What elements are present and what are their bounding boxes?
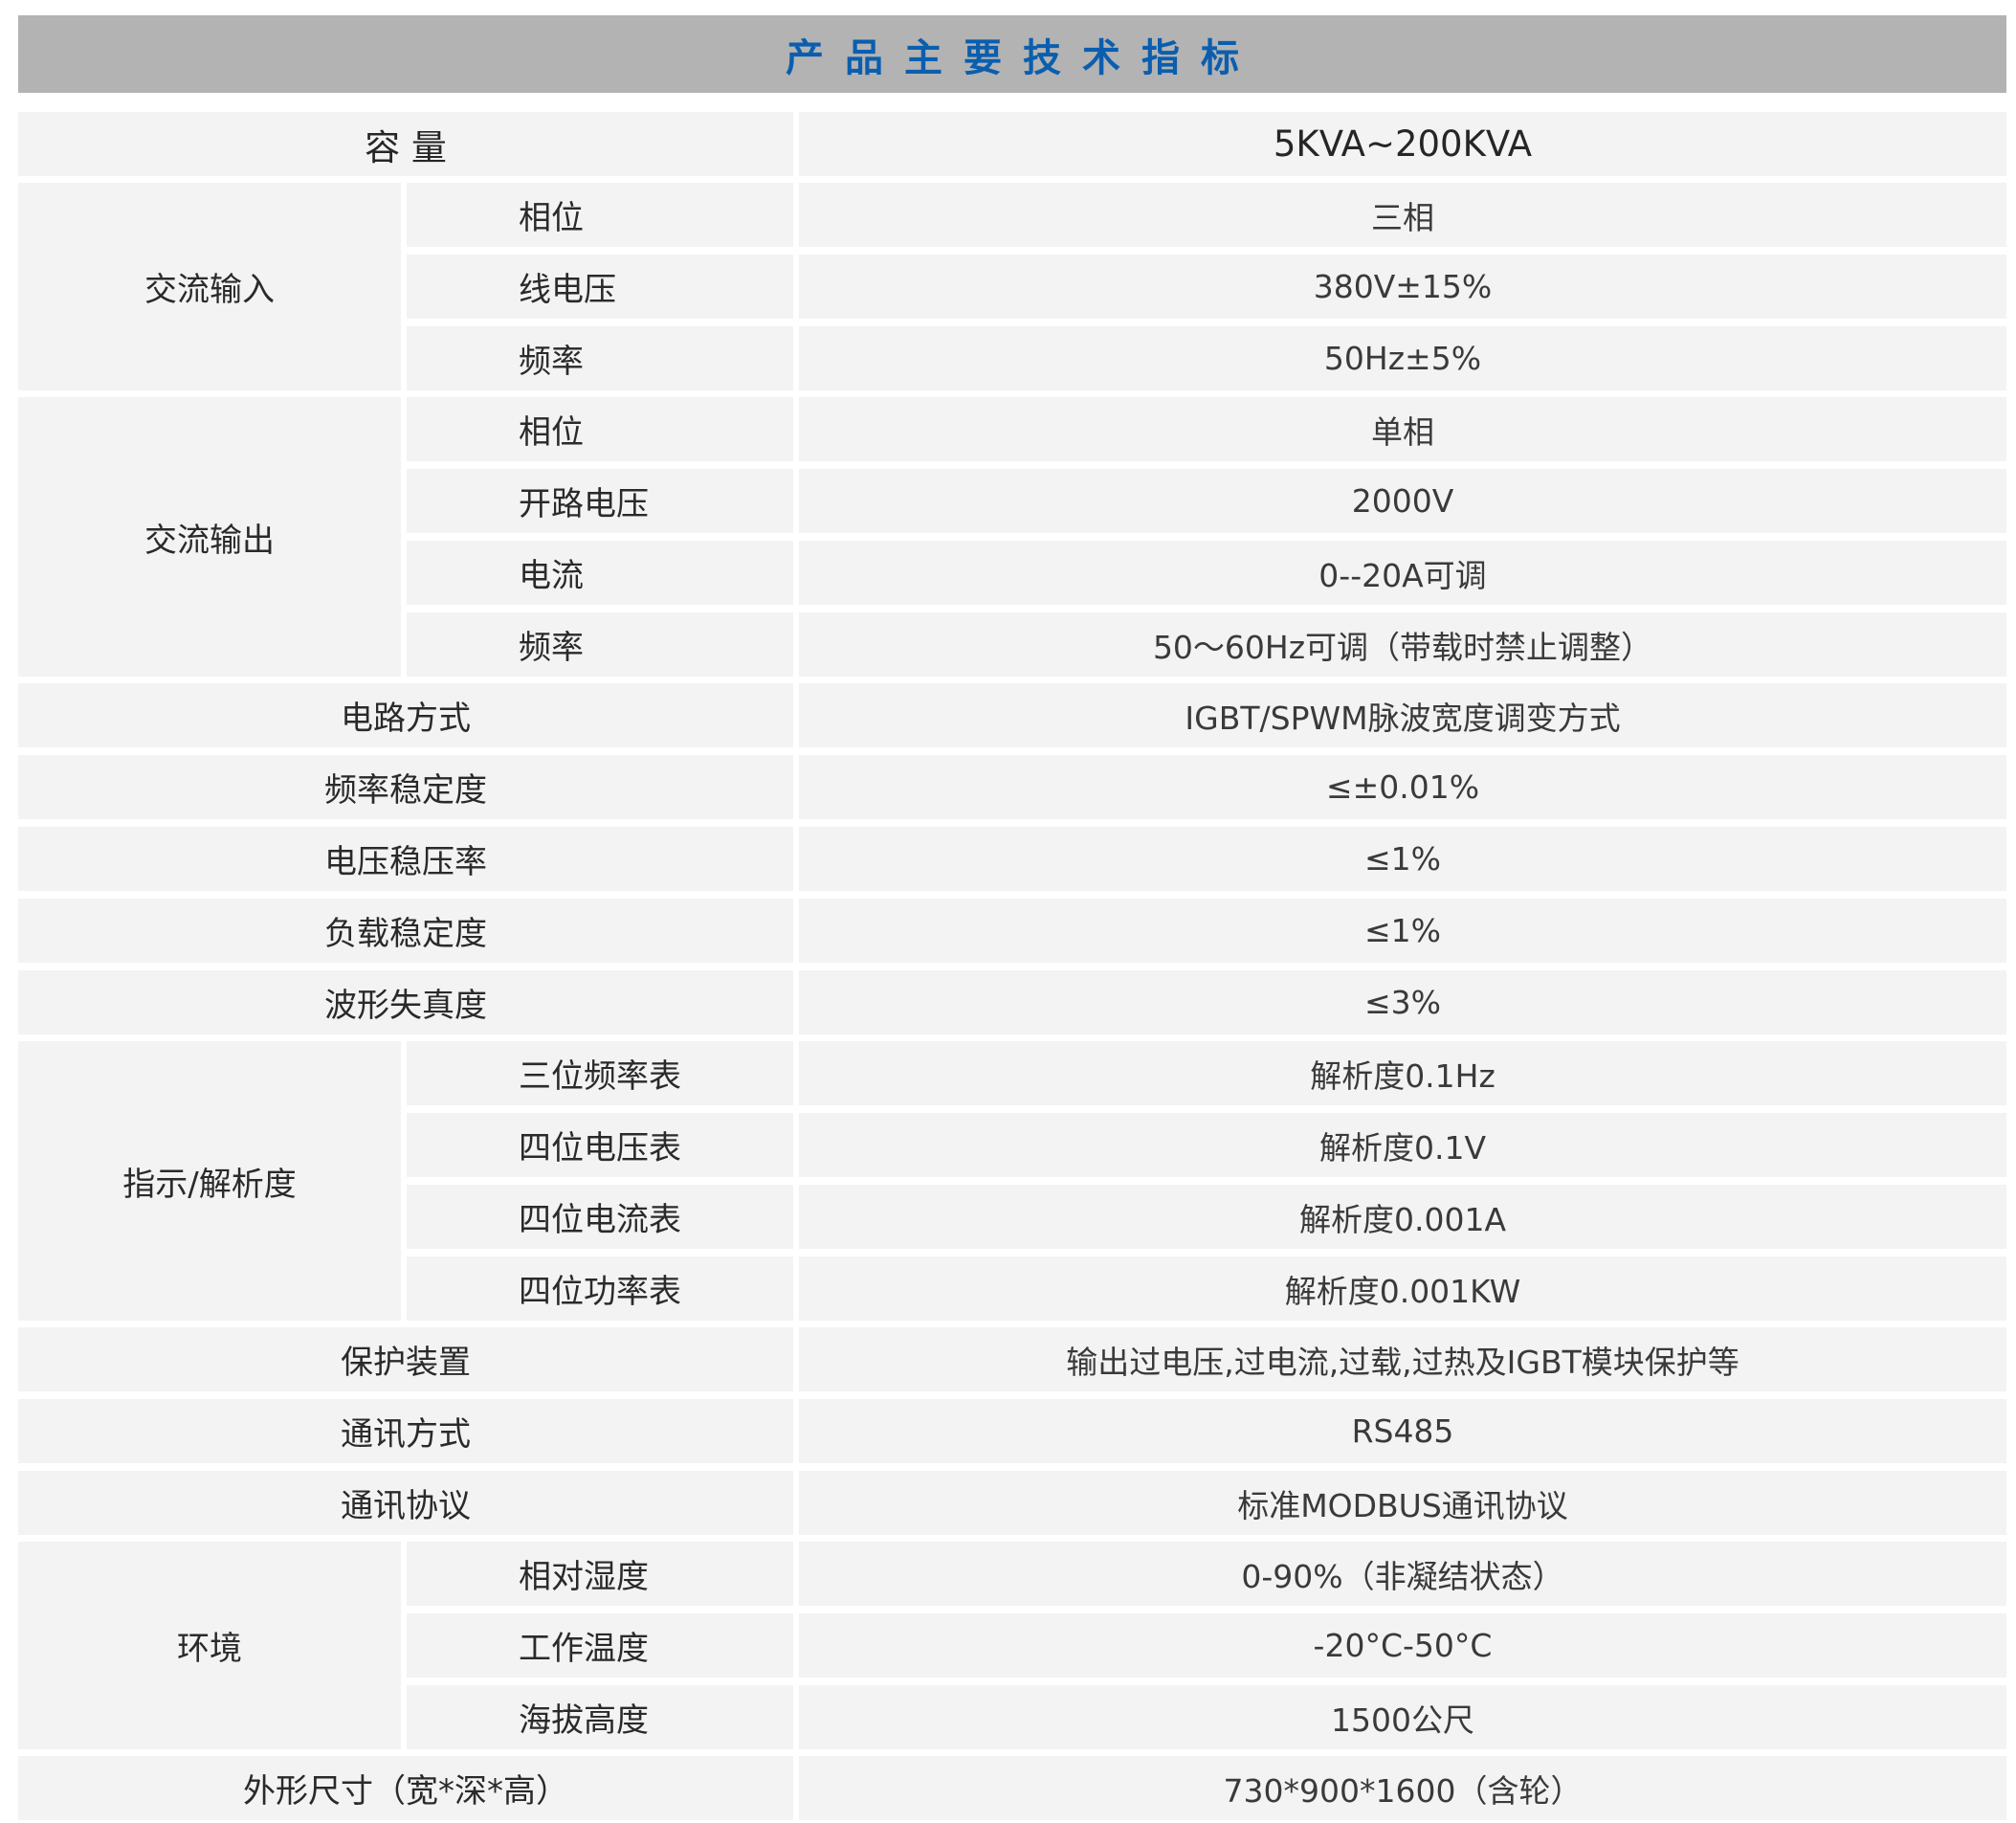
comm-mode-label: 通讯方式 <box>18 1399 793 1463</box>
indication-current-meter-value: 解析度0.001A <box>799 1185 2006 1249</box>
ac-output-current-label: 电流 <box>407 541 793 605</box>
indication-voltage-meter-label: 四位电压表 <box>407 1113 793 1177</box>
ac-output-phase-value: 单相 <box>799 397 2006 461</box>
indication-power-meter-value: 解析度0.001KW <box>799 1256 2006 1321</box>
voltage-regulation-value: ≤1% <box>799 827 2006 891</box>
waveform-distortion-value: ≤3% <box>799 970 2006 1034</box>
environment-temperature-value: -20°C-50°C <box>799 1613 2006 1678</box>
ac-output-frequency-label: 频率 <box>407 612 793 677</box>
ac-input-line-voltage-value: 380V±15% <box>799 255 2006 319</box>
ac-input-line-voltage-label: 线电压 <box>407 255 793 319</box>
dimensions-value: 730*900*1600（含轮） <box>799 1756 2006 1820</box>
indication-power-meter-label: 四位功率表 <box>407 1256 793 1321</box>
ac-output-open-voltage-label: 开路电压 <box>407 469 793 533</box>
ac-output-label: 交流输出 <box>18 397 401 677</box>
comm-protocol-label: 通讯协议 <box>18 1471 793 1535</box>
spec-sheet: 产品主要技术指标 容 量 5KVA~200KVA 交流输入 相位 三相 线电压 … <box>0 0 2016 1823</box>
ac-output-open-voltage-value: 2000V <box>799 469 2006 533</box>
ac-output-frequency-value: 50～60Hz可调（带载时禁止调整） <box>799 612 2006 677</box>
title-bar: 产品主要技术指标 <box>18 15 2006 93</box>
voltage-regulation-label: 电压稳压率 <box>18 827 793 891</box>
ac-output-current-value: 0--20A可调 <box>799 541 2006 605</box>
indication-freq-meter-label: 三位频率表 <box>407 1041 793 1105</box>
waveform-distortion-label: 波形失真度 <box>18 970 793 1034</box>
capacity-label: 容 量 <box>18 112 793 176</box>
ac-input-frequency-label: 频率 <box>407 326 793 390</box>
indication-label: 指示/解析度 <box>18 1041 401 1321</box>
environment-label: 环境 <box>18 1542 401 1749</box>
indication-current-meter-label: 四位电流表 <box>407 1185 793 1249</box>
freq-stability-value: ≤±0.01% <box>799 755 2006 819</box>
indication-freq-meter-value: 解析度0.1Hz <box>799 1041 2006 1105</box>
circuit-mode-label: 电路方式 <box>18 683 793 747</box>
indication-voltage-meter-value: 解析度0.1V <box>799 1113 2006 1177</box>
page-title: 产品主要技术指标 <box>786 35 1260 80</box>
environment-altitude-value: 1500公尺 <box>799 1685 2006 1749</box>
ac-input-phase-label: 相位 <box>407 183 793 247</box>
load-stability-label: 负载稳定度 <box>18 899 793 963</box>
load-stability-value: ≤1% <box>799 899 2006 963</box>
environment-humidity-value: 0-90%（非凝结状态） <box>799 1542 2006 1606</box>
capacity-value: 5KVA~200KVA <box>799 112 2006 176</box>
environment-altitude-label: 海拔高度 <box>407 1685 793 1749</box>
protection-label: 保护装置 <box>18 1327 793 1391</box>
comm-protocol-value: 标准MODBUS通讯协议 <box>799 1471 2006 1535</box>
protection-value: 输出过电压,过电流,过载,过热及IGBT模块保护等 <box>799 1327 2006 1391</box>
circuit-mode-value: IGBT/SPWM脉波宽度调变方式 <box>799 683 2006 747</box>
environment-temperature-label: 工作温度 <box>407 1613 793 1678</box>
ac-input-label: 交流输入 <box>18 183 401 390</box>
freq-stability-label: 频率稳定度 <box>18 755 793 819</box>
ac-input-phase-value: 三相 <box>799 183 2006 247</box>
ac-input-frequency-value: 50Hz±5% <box>799 326 2006 390</box>
dimensions-label: 外形尺寸（宽*深*高） <box>18 1756 793 1820</box>
ac-output-phase-label: 相位 <box>407 397 793 461</box>
environment-humidity-label: 相对湿度 <box>407 1542 793 1606</box>
comm-mode-value: RS485 <box>799 1399 2006 1463</box>
